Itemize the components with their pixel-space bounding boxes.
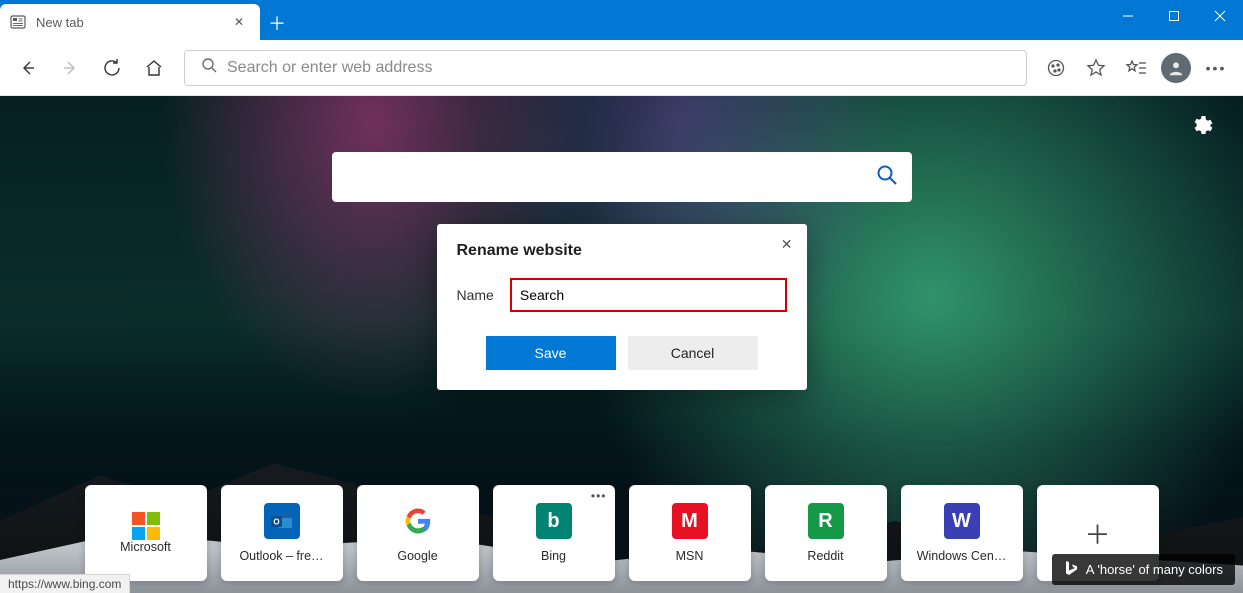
search-icon (876, 164, 898, 191)
address-bar[interactable] (184, 50, 1027, 86)
bing-icon (1064, 560, 1078, 579)
back-button[interactable] (8, 48, 48, 88)
save-button[interactable]: Save (486, 336, 616, 370)
minimize-button[interactable] (1105, 0, 1151, 32)
google-icon (400, 503, 436, 539)
address-input[interactable] (227, 59, 1020, 77)
forward-button[interactable] (50, 48, 90, 88)
reddit-icon: R (808, 503, 844, 539)
quick-link-tile[interactable]: Microsoft (85, 485, 207, 581)
window-controls (1105, 0, 1243, 32)
browser-tab[interactable]: New tab ✕ (0, 4, 260, 40)
home-button[interactable] (134, 48, 174, 88)
name-label: Name (457, 287, 494, 303)
rename-website-dialog: ✕ Rename website Name Save Cancel (437, 224, 807, 390)
background-caption[interactable]: A 'horse' of many colors (1052, 554, 1235, 585)
outlook-icon: O (264, 503, 300, 539)
quick-link-tile[interactable]: M MSN (629, 485, 751, 581)
new-tab-button[interactable]: ＋ (260, 6, 294, 40)
tile-label: MSN (676, 549, 704, 563)
tab-strip: New tab ✕ ＋ (0, 0, 294, 40)
favorite-star-icon[interactable] (1077, 49, 1115, 87)
tile-label: Reddit (807, 549, 843, 563)
bing-icon: b (536, 503, 572, 539)
quick-link-tile[interactable]: R Reddit (765, 485, 887, 581)
tile-label: Google (397, 549, 437, 563)
page-settings-button[interactable] (1189, 114, 1213, 143)
dialog-close-icon[interactable]: ✕ (781, 236, 793, 253)
more-menu-button[interactable]: ••• (1197, 49, 1235, 87)
ntp-search-box[interactable] (332, 152, 912, 202)
tab-label: New tab (36, 15, 228, 30)
browser-toolbar: ••• (0, 40, 1243, 96)
microsoft-icon (132, 512, 160, 540)
tile-label: Bing (541, 549, 566, 563)
quick-link-tile[interactable]: O Outlook – fre… (221, 485, 343, 581)
title-bar: New tab ✕ ＋ (0, 0, 1243, 40)
favorites-list-icon[interactable] (1117, 49, 1155, 87)
refresh-button[interactable] (92, 48, 132, 88)
svg-text:O: O (273, 518, 279, 527)
status-bar: https://www.bing.com (0, 574, 130, 593)
msn-icon: M (672, 503, 708, 539)
tile-label: Microsoft (120, 540, 171, 554)
maximize-button[interactable] (1151, 0, 1197, 32)
tab-close-icon[interactable]: ✕ (228, 15, 250, 29)
cookie-icon[interactable] (1037, 49, 1075, 87)
search-icon (201, 57, 217, 78)
close-window-button[interactable] (1197, 0, 1243, 32)
new-tab-content: ✕ Rename website Name Save Cancel Micros… (0, 96, 1243, 593)
tile-label: Windows Cen… (917, 549, 1007, 563)
ellipsis-icon: ••• (1206, 60, 1227, 76)
quick-links-row: Microsoft O Outlook – fre… Google ••• b Bing MM… (85, 485, 1159, 581)
plus-icon: ＋ (1084, 515, 1110, 552)
caption-text: A 'horse' of many colors (1086, 562, 1223, 577)
windows-central-icon: W (944, 503, 980, 539)
cancel-button[interactable]: Cancel (628, 336, 758, 370)
tile-more-icon[interactable]: ••• (591, 489, 607, 503)
dialog-title: Rename website (457, 242, 787, 260)
website-name-input[interactable] (510, 278, 787, 312)
newtab-favicon (10, 14, 26, 30)
tile-label: Outlook – fre… (239, 549, 323, 563)
quick-link-tile[interactable]: ••• b Bing (493, 485, 615, 581)
quick-link-tile[interactable]: W Windows Cen… (901, 485, 1023, 581)
quick-link-tile[interactable]: Google (357, 485, 479, 581)
profile-avatar[interactable] (1161, 53, 1191, 83)
